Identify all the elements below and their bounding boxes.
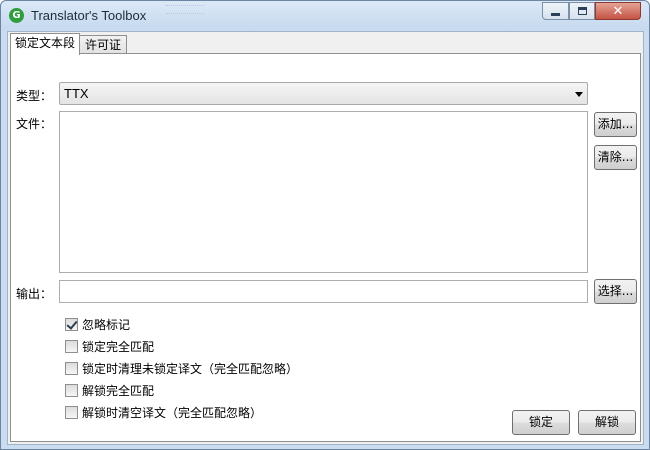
tab-license[interactable]: 许可证 — [79, 35, 128, 55]
files-label: 文件： — [16, 117, 53, 131]
checkbox[interactable] — [65, 405, 78, 419]
option-label: 锁定完全匹配 — [82, 339, 155, 354]
title-ghost-decoration — [166, 5, 204, 14]
checkbox[interactable] — [65, 339, 78, 353]
option-ignore-tags[interactable]: 忽略标记 — [65, 316, 130, 332]
output-label: 输出： — [16, 287, 53, 301]
maximize-icon — [577, 7, 587, 15]
chevron-down-icon — [575, 92, 583, 97]
app-logo-icon: G — [9, 8, 24, 23]
clear-files-button[interactable]: 清除... — [594, 145, 637, 170]
option-clear-translation-on-unlock[interactable]: 解锁时清空译文（完全匹配忽略） — [65, 404, 262, 420]
maximize-button[interactable] — [569, 2, 595, 20]
type-label: 类型： — [16, 89, 53, 103]
option-lock-exact-matches[interactable]: 锁定完全匹配 — [65, 338, 154, 354]
tab-strip: 锁定文本段 许可证 — [10, 33, 128, 55]
option-label: 锁定时清理未锁定译文（完全匹配忽略） — [82, 361, 299, 376]
window-title: Translator's Toolbox — [31, 8, 147, 23]
tab-panel: 类型： TTX 文件： 添加... 清除... 输出： 选择... 忽略标记 锁… — [10, 53, 641, 442]
option-label: 忽略标记 — [82, 317, 131, 332]
option-clear-unlocked-on-lock[interactable]: 锁定时清理未锁定译文（完全匹配忽略） — [65, 360, 298, 376]
minimize-icon — [551, 12, 560, 16]
checkbox[interactable] — [65, 383, 78, 397]
tab-lock-segments[interactable]: 锁定文本段 — [10, 33, 81, 55]
option-label: 解锁完全匹配 — [82, 383, 155, 398]
type-select-value: TTX — [64, 86, 89, 101]
client-area: 锁定文本段 许可证 类型： TTX 文件： 添加... 清除... 输出： 选择… — [7, 31, 644, 445]
lock-button[interactable]: 锁定 — [512, 410, 570, 435]
option-label: 解锁时清空译文（完全匹配忽略） — [82, 405, 263, 420]
add-files-button[interactable]: 添加... — [594, 112, 637, 137]
title-bar[interactable]: G Translator's Toolbox ✕ — [1, 1, 649, 30]
output-path-input[interactable] — [59, 280, 588, 303]
checkbox[interactable] — [65, 361, 78, 375]
files-list[interactable] — [59, 111, 588, 273]
app-window: G Translator's Toolbox ✕ 锁定文本段 许可证 类型： T… — [0, 0, 650, 450]
close-button[interactable]: ✕ — [595, 2, 641, 20]
close-icon: ✕ — [612, 3, 624, 19]
unlock-button[interactable]: 解锁 — [578, 410, 636, 435]
type-select[interactable]: TTX — [59, 82, 588, 105]
checkbox[interactable] — [65, 317, 78, 331]
option-unlock-exact-matches[interactable]: 解锁完全匹配 — [65, 382, 154, 398]
minimize-button[interactable] — [542, 2, 569, 20]
browse-output-button[interactable]: 选择... — [594, 279, 637, 304]
